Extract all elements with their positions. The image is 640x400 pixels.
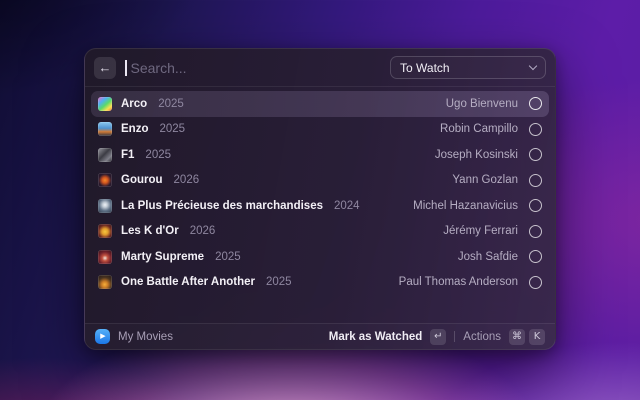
movie-title: Arco <box>121 98 147 110</box>
movie-director: Robin Campillo <box>440 123 518 135</box>
movie-year: 2025 <box>215 251 241 263</box>
movie-title: Marty Supreme <box>121 251 204 263</box>
my-movies-app-icon: ▶ <box>95 329 110 344</box>
launcher-window: ← To Watch Arco 2025 Ugo Bienvenu Enzo 2… <box>84 48 556 350</box>
movie-poster-icon <box>98 122 112 136</box>
watched-checkbox[interactable] <box>529 199 542 212</box>
movie-row[interactable]: Enzo 2025 Robin Campillo <box>91 117 549 143</box>
movie-title: Enzo <box>121 123 148 135</box>
movie-list: Arco 2025 Ugo Bienvenu Enzo 2025 Robin C… <box>85 87 555 323</box>
chevron-down-icon <box>529 62 537 70</box>
movie-row[interactable]: La Plus Précieuse des marchandises 2024 … <box>91 193 549 219</box>
movie-row[interactable]: Les K d'Or 2026 Jérémy Ferrari <box>91 219 549 245</box>
movie-row[interactable]: Arco 2025 Ugo Bienvenu <box>91 91 549 117</box>
movie-row[interactable]: F1 2025 Joseph Kosinski <box>91 142 549 168</box>
movie-title: Gourou <box>121 174 163 186</box>
movie-poster-icon <box>98 199 112 213</box>
watched-checkbox[interactable] <box>529 174 542 187</box>
movie-director: Josh Safdie <box>458 251 518 263</box>
movie-director: Paul Thomas Anderson <box>399 276 518 288</box>
text-cursor <box>125 60 127 76</box>
watched-checkbox[interactable] <box>529 276 542 289</box>
movie-poster-icon <box>98 224 112 238</box>
movie-director: Yann Gozlan <box>452 174 518 186</box>
movie-title: One Battle After Another <box>121 276 255 288</box>
back-arrow-icon: ← <box>99 60 112 75</box>
watched-checkbox[interactable] <box>529 123 542 136</box>
top-bar: ← To Watch <box>85 49 555 87</box>
movie-title: La Plus Précieuse des marchandises <box>121 200 323 212</box>
app-name-label: My Movies <box>118 331 173 343</box>
movie-row[interactable]: Marty Supreme 2025 Josh Safdie <box>91 244 549 270</box>
filter-dropdown-value: To Watch <box>400 61 450 75</box>
movie-row[interactable]: Gourou 2026 Yann Gozlan <box>91 168 549 194</box>
watched-checkbox[interactable] <box>529 97 542 110</box>
movie-director: Michel Hazanavicius <box>413 200 518 212</box>
footer-bar: ▶ My Movies Mark as Watched ↵ Actions ⌘ … <box>85 323 555 349</box>
movie-year: 2026 <box>190 225 216 237</box>
movie-director: Joseph Kosinski <box>435 149 518 161</box>
filter-dropdown[interactable]: To Watch <box>390 56 546 79</box>
command-key-icon: ⌘ <box>509 329 525 345</box>
movie-year: 2026 <box>174 174 200 186</box>
movie-title: Les K d'Or <box>121 225 179 237</box>
movie-poster-icon <box>98 148 112 162</box>
play-icon: ▶ <box>100 333 105 340</box>
movie-year: 2025 <box>266 276 292 288</box>
return-key-icon: ↵ <box>430 329 446 345</box>
watched-checkbox[interactable] <box>529 148 542 161</box>
movie-poster-icon <box>98 97 112 111</box>
movie-row[interactable]: One Battle After Another 2025 Paul Thoma… <box>91 270 549 296</box>
movie-director: Jérémy Ferrari <box>443 225 518 237</box>
footer-divider <box>454 331 455 342</box>
movie-year: 2025 <box>145 149 171 161</box>
k-key-icon: K <box>529 329 545 345</box>
movie-poster-icon <box>98 250 112 264</box>
movie-poster-icon <box>98 275 112 289</box>
watched-checkbox[interactable] <box>529 225 542 238</box>
mark-as-watched-button[interactable]: Mark as Watched <box>329 331 423 343</box>
back-button[interactable]: ← <box>94 57 116 79</box>
movie-year: 2025 <box>159 123 185 135</box>
movie-year: 2024 <box>334 200 360 212</box>
watched-checkbox[interactable] <box>529 250 542 263</box>
search-input[interactable] <box>129 59 391 77</box>
movie-director: Ugo Bienvenu <box>446 98 518 110</box>
actions-button[interactable]: Actions <box>463 331 501 343</box>
movie-title: F1 <box>121 149 134 161</box>
movie-year: 2025 <box>158 98 184 110</box>
movie-poster-icon <box>98 173 112 187</box>
